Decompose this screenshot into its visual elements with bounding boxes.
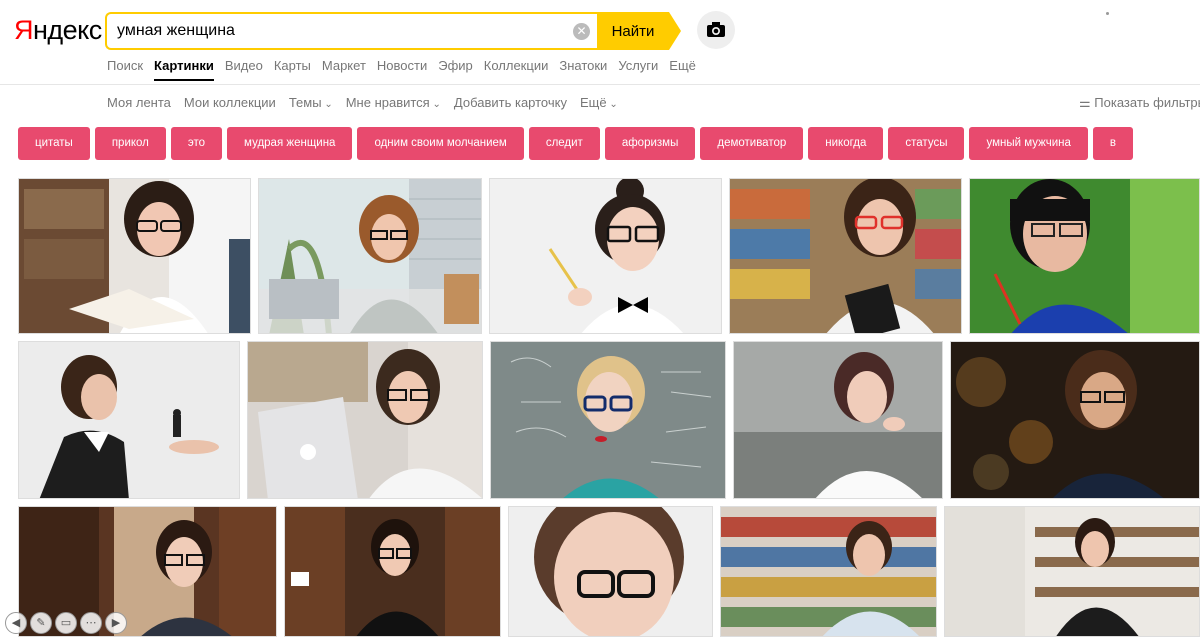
more-icon[interactable]: ⋯ <box>80 612 102 634</box>
slides-icon[interactable]: ▭ <box>55 612 77 634</box>
chip-joke[interactable]: прикол <box>94 127 166 160</box>
tab-market[interactable]: Маркет <box>322 58 366 73</box>
tab-video[interactable]: Видео <box>225 58 263 73</box>
image-thumbnail[interactable] <box>489 178 722 334</box>
tab-more[interactable]: Ещё <box>669 58 696 73</box>
slideshow-controls: ◀ ✎ ▭ ⋯ ▶ <box>5 612 130 634</box>
chip-silence[interactable]: одним своим молчанием <box>357 127 524 160</box>
clear-icon[interactable]: ✕ <box>573 23 590 40</box>
divider <box>0 84 1200 85</box>
image-thumbnail[interactable] <box>733 341 943 499</box>
image-thumbnail[interactable] <box>508 506 713 637</box>
prev-icon[interactable]: ◀ <box>5 612 27 634</box>
image-thumbnail[interactable] <box>729 178 962 334</box>
image-thumbnail[interactable] <box>258 178 482 334</box>
menu-dot <box>1106 12 1109 15</box>
image-thumbnail[interactable] <box>944 506 1200 637</box>
tab-znatoki[interactable]: Знатоки <box>559 58 607 73</box>
image-thumbnail[interactable] <box>969 178 1200 334</box>
chip-this[interactable]: это <box>170 127 223 160</box>
chip-wise-woman[interactable]: мудрая женщина <box>227 127 353 160</box>
add-card-link[interactable]: Добавить карточку <box>454 95 567 110</box>
tab-uslugi[interactable]: Услуги <box>618 58 658 73</box>
chip-quotes[interactable]: цитаты <box>18 127 90 160</box>
search-box: ✕ <box>105 12 597 50</box>
chip-more[interactable]: в <box>1092 127 1133 160</box>
chip-never[interactable]: никогда <box>808 127 884 160</box>
likes-dropdown[interactable]: Мне нравится <box>346 95 441 110</box>
chip-statuses[interactable]: статусы <box>888 127 965 160</box>
pencil-icon[interactable]: ✎ <box>30 612 52 634</box>
more-dropdown[interactable]: Ещё <box>580 95 618 110</box>
my-collections-link[interactable]: Мои коллекции <box>184 95 276 110</box>
yandex-logo[interactable]: Яндекс <box>14 15 102 46</box>
image-thumbnail[interactable] <box>284 506 501 637</box>
tab-search[interactable]: Поиск <box>107 58 143 73</box>
tab-news[interactable]: Новости <box>377 58 427 73</box>
tab-images[interactable]: Картинки <box>154 58 214 81</box>
image-thumbnail[interactable] <box>720 506 937 637</box>
services-nav: Поиск Картинки Видео Карты Маркет Новости Эфир… <box>107 58 707 81</box>
tab-collections[interactable]: Коллекции <box>484 58 549 73</box>
image-thumbnail[interactable] <box>247 341 483 499</box>
show-filters-button[interactable]: ⚌ Показать фильтры <box>1079 95 1200 111</box>
chip-watching[interactable]: следит <box>528 127 600 160</box>
image-thumbnail[interactable] <box>490 341 726 499</box>
search-button[interactable]: Найти <box>597 12 681 50</box>
tab-maps[interactable]: Карты <box>274 58 311 73</box>
image-thumbnail[interactable] <box>18 341 240 499</box>
image-search-button[interactable] <box>697 11 735 49</box>
images-subnav: Моя лента Мои коллекции Темы Мне нравится До… <box>107 95 631 110</box>
next-icon[interactable]: ▶ <box>105 612 127 634</box>
image-thumbnail[interactable] <box>18 178 251 334</box>
chip-aphorisms[interactable]: афоризмы <box>604 127 696 160</box>
camera-icon <box>707 22 725 37</box>
related-queries: цитаты прикол это мудрая женщина одним своим… <box>18 127 1138 160</box>
chip-demotivator[interactable]: демотиватор <box>700 127 804 160</box>
filter-icon: ⚌ <box>1079 95 1095 110</box>
image-thumbnail[interactable] <box>950 341 1200 499</box>
topics-dropdown[interactable]: Темы <box>289 95 333 110</box>
my-feed-link[interactable]: Моя лента <box>107 95 171 110</box>
chip-smart-man[interactable]: умный мужчина <box>969 127 1088 160</box>
search-input[interactable] <box>117 14 557 48</box>
tab-efir[interactable]: Эфир <box>438 58 473 73</box>
search-form: ✕ Найти <box>105 12 681 50</box>
